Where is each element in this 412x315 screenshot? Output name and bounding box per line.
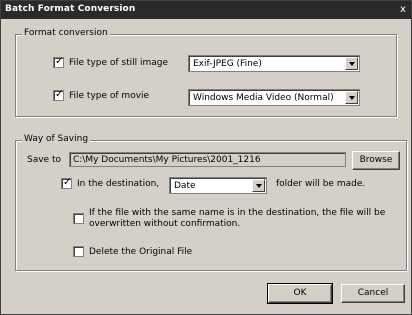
save-to-path-value: C:\My Documents\My Pictures\2001_1216 xyxy=(73,155,261,165)
delete-original-checkbox[interactable] xyxy=(73,246,84,257)
folder-will-be-made-label: folder will be made. xyxy=(276,179,366,189)
checkmark-icon: ✓ xyxy=(55,89,64,100)
cancel-button[interactable]: Cancel xyxy=(341,284,405,303)
still-image-checkbox[interactable]: ✓ xyxy=(53,56,64,68)
destination-label: In the destination, xyxy=(77,179,160,189)
destination-folder-select[interactable]: Date xyxy=(169,177,267,194)
still-image-type-select[interactable]: Exif-JPEG (Fine) xyxy=(188,55,360,72)
overwrite-label: If the file with the same name is in the… xyxy=(89,208,386,229)
checkmark-icon: ✓ xyxy=(63,177,72,188)
movie-checkbox[interactable]: ✓ xyxy=(53,89,64,101)
still-image-label: File type of still image xyxy=(69,58,169,68)
browse-button[interactable]: Browse xyxy=(352,151,400,170)
window-title: Batch Format Conversion xyxy=(5,4,136,14)
still-image-type-value: Exif-JPEG (Fine) xyxy=(193,59,262,69)
browse-label: Browse xyxy=(359,155,393,165)
chevron-down-icon[interactable] xyxy=(345,91,358,104)
ok-label: OK xyxy=(293,288,307,298)
chevron-down-icon[interactable] xyxy=(345,57,358,70)
format-conversion-label: Format conversion xyxy=(22,28,110,38)
save-to-path-field: C:\My Documents\My Pictures\2001_1216 xyxy=(69,152,346,167)
movie-label: File type of movie xyxy=(69,91,150,101)
overwrite-checkbox[interactable] xyxy=(73,213,84,224)
cancel-label: Cancel xyxy=(357,288,389,298)
destination-checkbox[interactable]: ✓ xyxy=(61,177,72,189)
way-of-saving-label: Way of Saving xyxy=(22,134,91,144)
ok-button[interactable]: OK xyxy=(267,283,333,304)
destination-folder-value: Date xyxy=(174,181,196,191)
chevron-down-icon[interactable] xyxy=(252,179,265,192)
title-bar[interactable]: Batch Format Conversion x xyxy=(1,1,411,19)
checkmark-icon: ✓ xyxy=(55,56,64,67)
delete-original-label: Delete the Original File xyxy=(89,247,193,257)
movie-type-value: Windows Media Video (Normal) xyxy=(193,93,334,103)
close-icon[interactable]: x xyxy=(397,4,409,16)
save-to-label: Save to xyxy=(27,155,61,165)
movie-type-select[interactable]: Windows Media Video (Normal) xyxy=(188,89,360,106)
batch-format-conversion-dialog: Batch Format Conversion x Format convers… xyxy=(0,0,412,315)
